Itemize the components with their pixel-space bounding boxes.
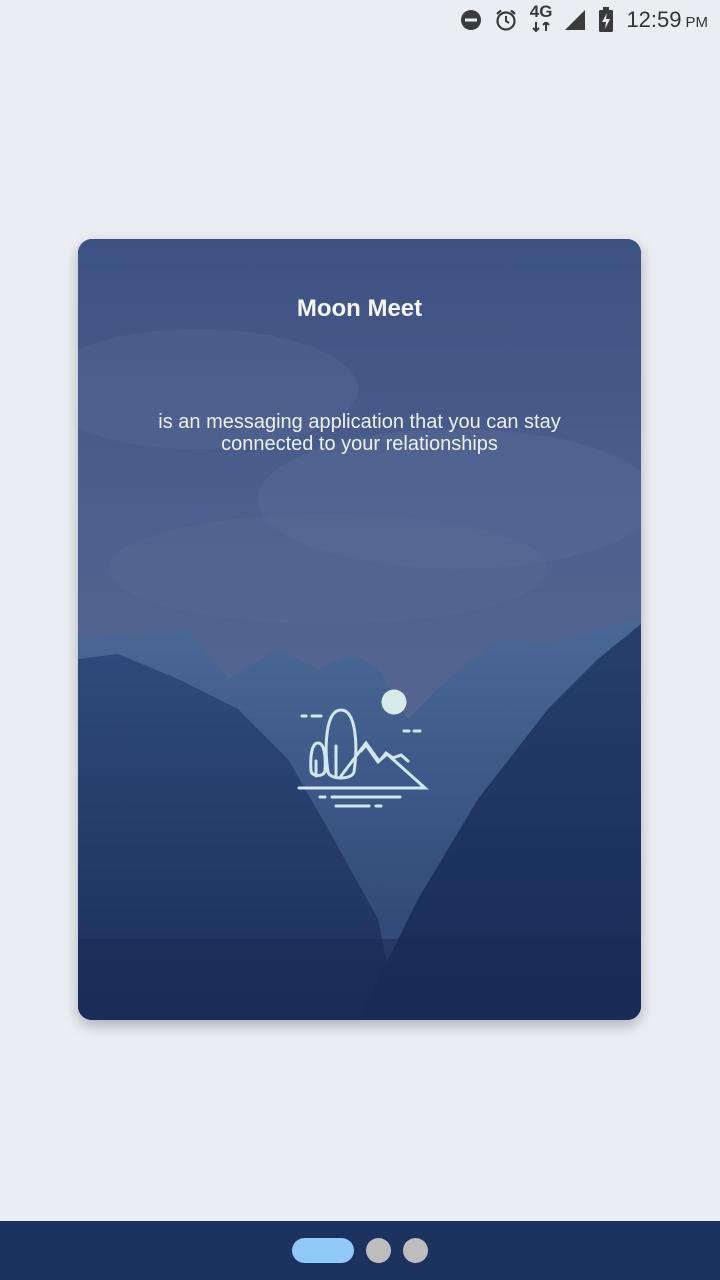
page-indicator-1[interactable] [292,1238,354,1263]
app-title: Moon Meet [296,295,423,322]
page-indicator-3[interactable] [403,1238,428,1263]
status-bar: 4G 12:59 PM [0,0,720,40]
app-description: is an messaging application that you can… [158,411,561,455]
battery-charging-icon [598,7,614,33]
signal-icon [564,9,586,31]
clock-ampm: PM [685,14,709,31]
bottom-pager-bar [0,1221,720,1280]
clock: 12:59 PM [626,7,708,33]
onboarding-card: Moon Meet is an messaging application th… [78,239,641,1020]
network-label: 4G [529,2,553,21]
network-4g-icon: 4G [529,2,553,32]
do-not-disturb-icon [460,9,482,31]
landscape-illustration-icon [297,689,429,808]
alarm-icon [494,8,518,32]
page-indicator-2[interactable] [366,1238,391,1263]
clock-time: 12:59 [626,7,682,32]
mountain-background-image [78,239,641,1020]
